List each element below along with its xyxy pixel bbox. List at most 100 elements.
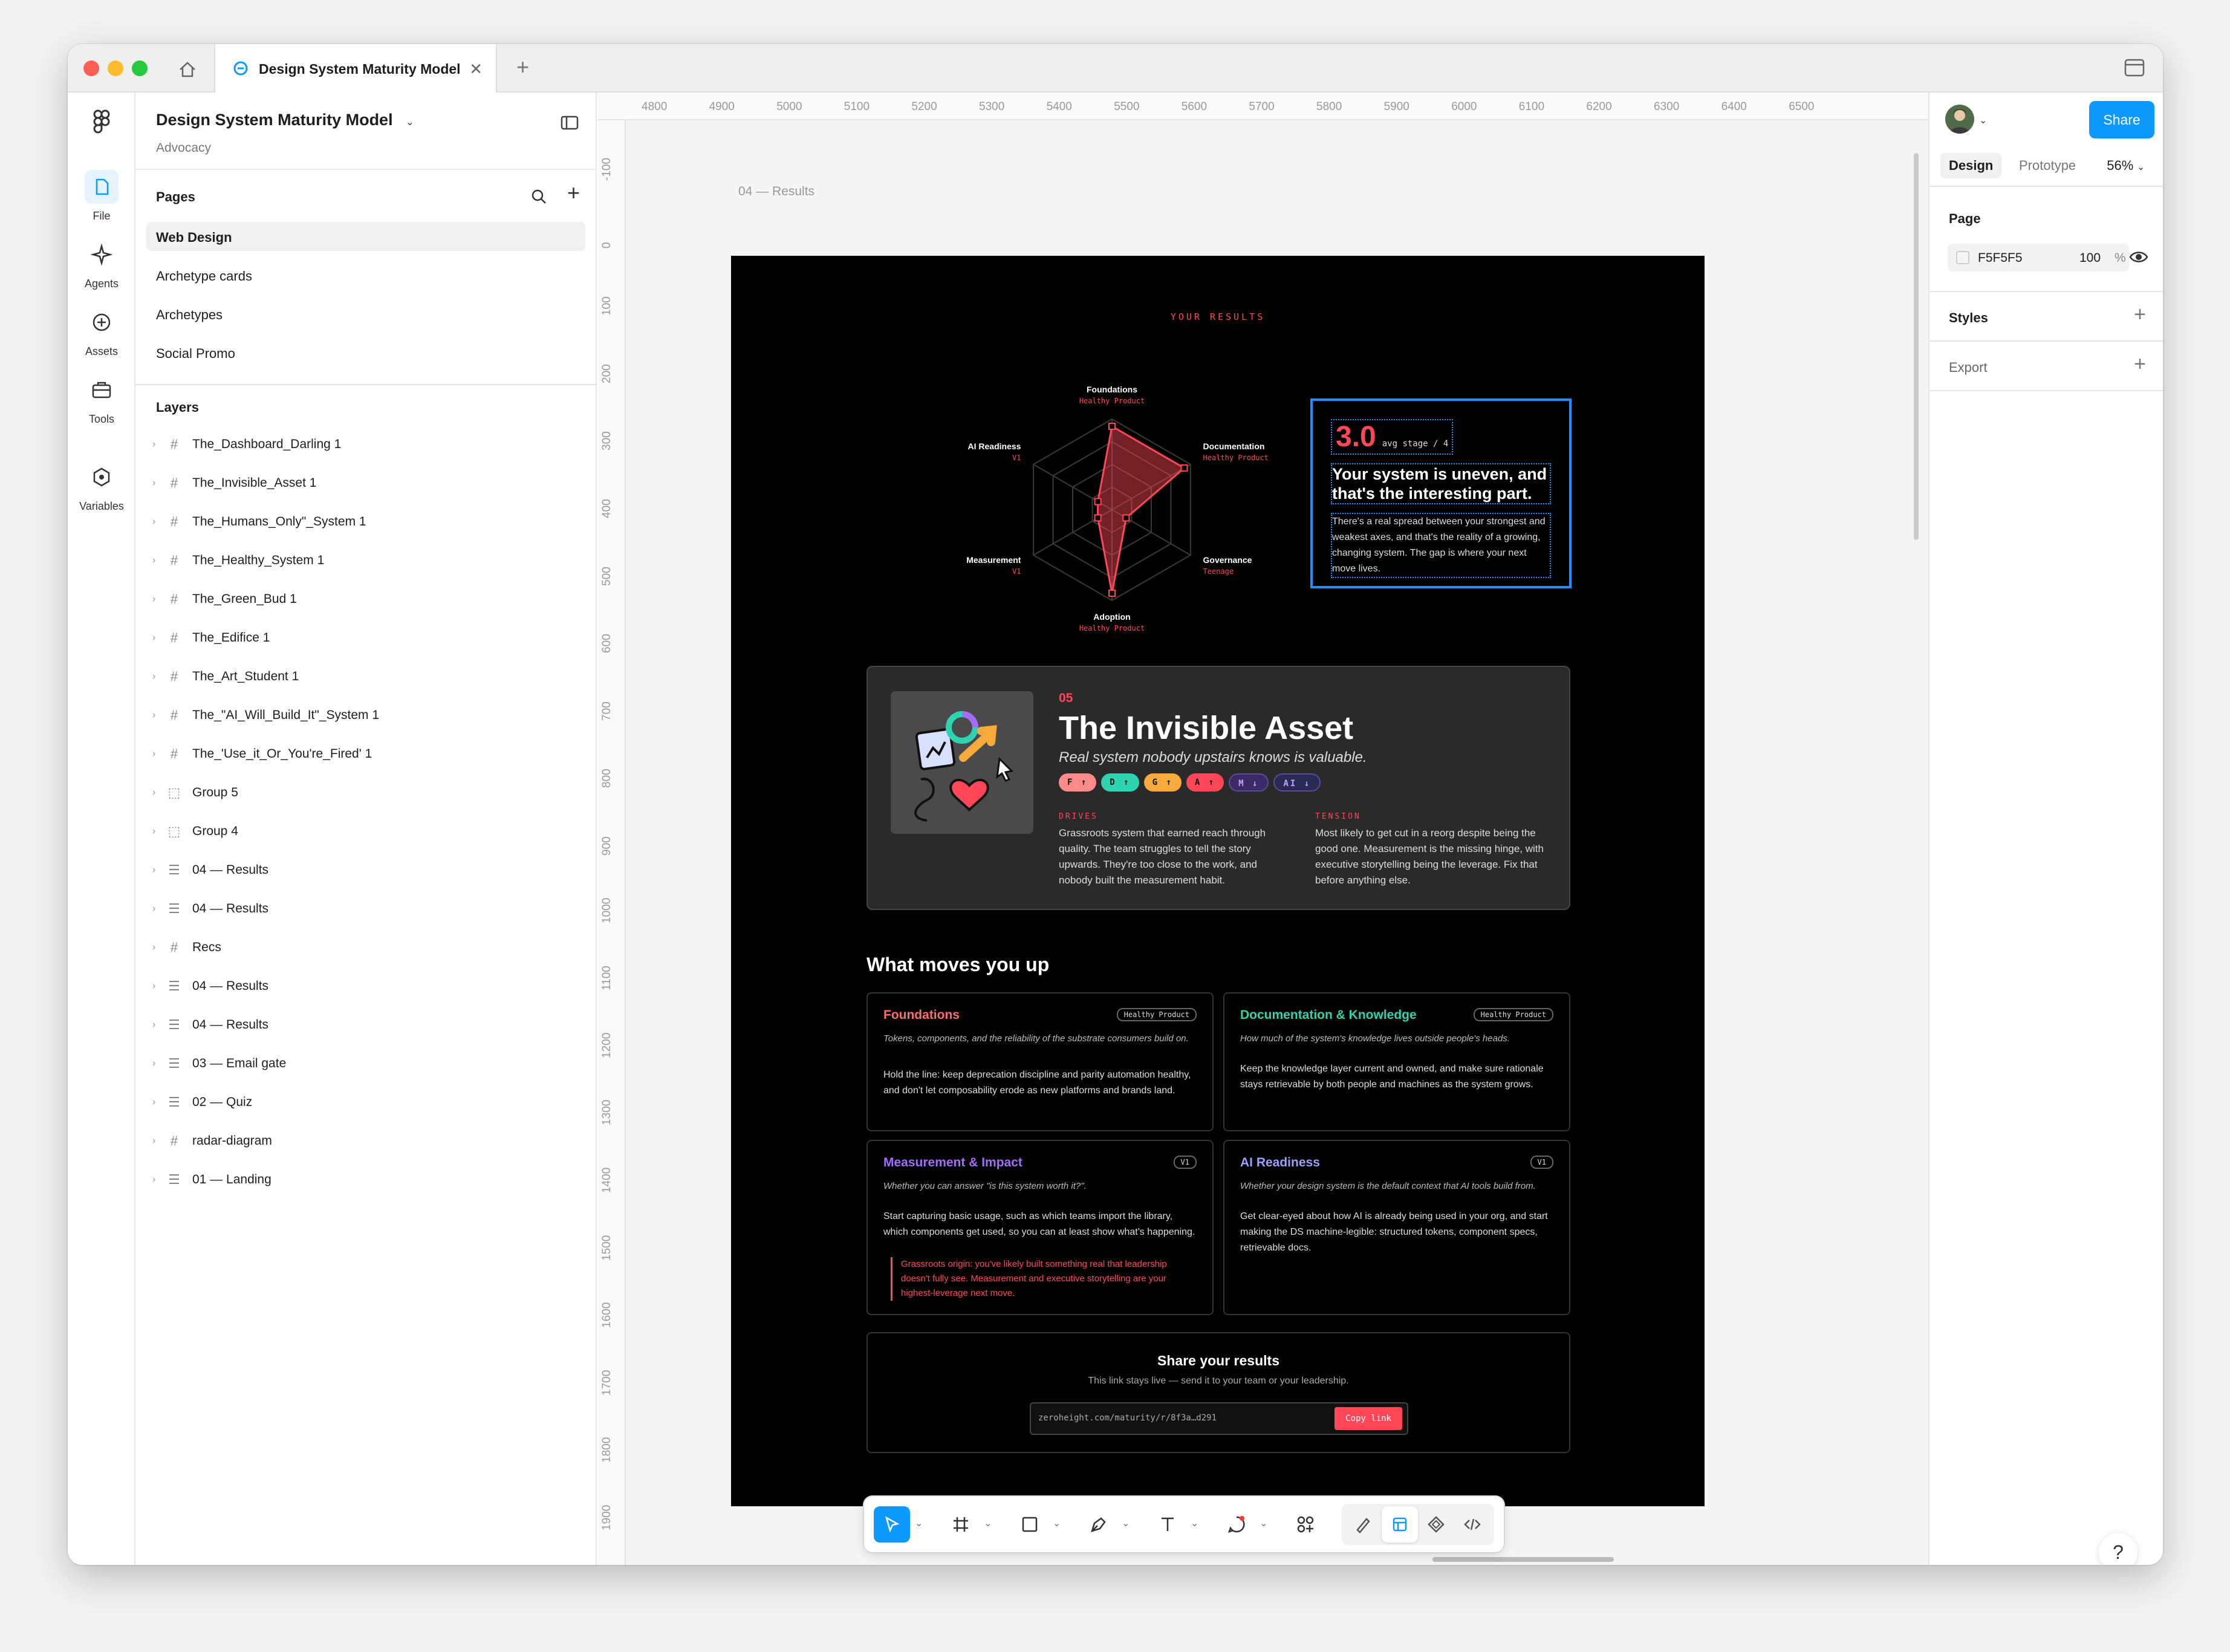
- results-frame[interactable]: YOUR RESULTS Foundations Healthy Product D…: [731, 256, 1705, 1506]
- actions-tool-button[interactable]: [1287, 1506, 1324, 1543]
- layer-item[interactable]: › ☰ 04 — Results: [152, 1013, 268, 1037]
- chevron-right-icon[interactable]: ›: [152, 826, 163, 837]
- layer-item[interactable]: › ⬚ Group 4: [152, 819, 238, 844]
- chevron-right-icon[interactable]: ›: [152, 749, 163, 759]
- close-tab-icon[interactable]: ✕: [469, 61, 483, 77]
- page-item-social-promo[interactable]: Social Promo: [146, 338, 585, 367]
- eye-icon[interactable]: [2129, 249, 2148, 265]
- file-tab[interactable]: Design System Maturity Model ✕: [214, 44, 497, 93]
- layer-item[interactable]: › # The_Invisible_Asset 1: [152, 471, 316, 495]
- layer-item[interactable]: › ☰ 01 — Landing: [152, 1168, 271, 1192]
- page-color-value[interactable]: F5F5F5: [1978, 251, 2023, 265]
- rail-tools[interactable]: Tools: [68, 373, 135, 426]
- page-color-field[interactable]: F5F5F5 100 %: [1948, 244, 2129, 272]
- chevron-down-icon[interactable]: ⌄: [1122, 1517, 1130, 1529]
- frame-tool-button[interactable]: [943, 1506, 979, 1543]
- figma-logo-icon[interactable]: [91, 109, 112, 136]
- chevron-down-icon[interactable]: ⌄: [1979, 114, 1987, 126]
- component-mode-button[interactable]: [1418, 1506, 1454, 1543]
- comment-tool-button[interactable]: [1218, 1506, 1255, 1543]
- copy-link-button[interactable]: Copy link: [1334, 1407, 1402, 1430]
- chevron-right-icon[interactable]: ›: [152, 942, 163, 953]
- rail-file[interactable]: File: [68, 170, 135, 223]
- chevron-right-icon[interactable]: ›: [152, 1058, 163, 1069]
- layer-item[interactable]: › # The_Art_Student 1: [152, 665, 299, 689]
- chevron-right-icon[interactable]: ›: [152, 671, 163, 682]
- chevron-right-icon[interactable]: ›: [152, 516, 163, 527]
- chevron-down-icon[interactable]: ⌄: [1053, 1517, 1061, 1529]
- minimize-window-button[interactable]: [108, 60, 123, 76]
- share-button[interactable]: Share: [2089, 101, 2154, 138]
- chevron-down-icon[interactable]: ⌄: [1191, 1517, 1198, 1529]
- layer-item[interactable]: › # The_Humans_Only"_System 1: [152, 510, 366, 534]
- chevron-right-icon[interactable]: ›: [152, 1136, 163, 1146]
- home-icon[interactable]: [175, 57, 200, 82]
- chevron-right-icon[interactable]: ›: [152, 787, 163, 798]
- rail-agents[interactable]: Agents: [68, 238, 135, 290]
- chevron-down-icon[interactable]: ⌄: [1260, 1517, 1267, 1529]
- text-tool-button[interactable]: [1149, 1506, 1186, 1543]
- help-button[interactable]: ?: [2099, 1533, 2137, 1565]
- shape-tool-button[interactable]: [1012, 1506, 1048, 1543]
- page-item-archetype-cards[interactable]: Archetype cards: [146, 261, 585, 290]
- layer-item[interactable]: › # The_Green_Bud 1: [152, 587, 297, 611]
- recommendation-card[interactable]: Documentation & Knowledge Healthy Product…: [1223, 992, 1570, 1131]
- layer-item[interactable]: › ☰ 04 — Results: [152, 897, 268, 921]
- add-style-icon[interactable]: +: [2134, 304, 2146, 325]
- zoom-level[interactable]: 56% ⌄: [2107, 158, 2145, 174]
- layer-item[interactable]: › # The_'Use_it_Or_You're_Fired' 1: [152, 742, 372, 766]
- chevron-right-icon[interactable]: ›: [152, 981, 163, 992]
- share-link-field[interactable]: zeroheight.com/maturity/r/8f3a…d291 Copy…: [1030, 1402, 1408, 1435]
- layer-item[interactable]: › ☰ 03 — Email gate: [152, 1052, 286, 1076]
- chevron-right-icon[interactable]: ›: [152, 865, 163, 876]
- color-swatch[interactable]: [1956, 251, 1969, 264]
- summary-box[interactable]: 3.0 avg stage / 4 Your system is uneven, …: [1310, 398, 1572, 588]
- design-mode-button[interactable]: [1382, 1506, 1418, 1543]
- pen-tool-button[interactable]: [1081, 1506, 1117, 1543]
- archetype-card[interactable]: 05 The Invisible Asset Real system nobod…: [866, 666, 1570, 910]
- rail-variables[interactable]: Variables: [68, 460, 135, 513]
- layer-item[interactable]: › # The_Edifice 1: [152, 626, 270, 650]
- chevron-right-icon[interactable]: ›: [152, 594, 163, 605]
- layer-item[interactable]: › # Recs: [152, 935, 221, 960]
- tab-prototype[interactable]: Prototype: [2011, 153, 2084, 178]
- sidebar-toggle-icon[interactable]: [561, 115, 579, 130]
- zoom-window-button[interactable]: [132, 60, 148, 76]
- add-export-icon[interactable]: +: [2134, 354, 2146, 374]
- rail-assets[interactable]: Assets: [68, 305, 135, 358]
- chevron-down-icon[interactable]: ⌄: [915, 1517, 923, 1529]
- layer-item[interactable]: › ☰ 02 — Quiz: [152, 1090, 252, 1114]
- chevron-right-icon[interactable]: ›: [152, 903, 163, 914]
- layer-item[interactable]: › # The_Healthy_System 1: [152, 548, 324, 573]
- chevron-right-icon[interactable]: ›: [152, 478, 163, 489]
- frame-label[interactable]: 04 — Results: [738, 184, 814, 199]
- add-page-icon[interactable]: +: [567, 182, 580, 204]
- avatar[interactable]: [1945, 105, 1974, 134]
- canvas[interactable]: 4800 4900 5000 5100 5200 5300 5400 5500 5600 5700…: [598, 93, 1928, 1565]
- horizontal-scrollbar[interactable]: [1432, 1557, 1614, 1562]
- chevron-right-icon[interactable]: ›: [152, 633, 163, 643]
- window-layout-icon[interactable]: [2124, 59, 2145, 77]
- chevron-right-icon[interactable]: ›: [152, 1174, 163, 1185]
- page-item-web-design[interactable]: Web Design: [146, 222, 585, 251]
- layer-item[interactable]: › # The_Dashboard_Darling 1: [152, 432, 341, 457]
- opacity-value[interactable]: 100: [2079, 251, 2101, 265]
- chevron-right-icon[interactable]: ›: [152, 439, 163, 450]
- layer-item[interactable]: › # The_"AI_Will_Build_It"_System 1: [152, 703, 379, 727]
- chevron-right-icon[interactable]: ›: [152, 1097, 163, 1108]
- recommendation-card[interactable]: Measurement & Impact V1 Whether you can an…: [866, 1140, 1214, 1315]
- page-item-archetypes[interactable]: Archetypes: [146, 299, 585, 328]
- chevron-right-icon[interactable]: ›: [152, 710, 163, 721]
- move-tool-button[interactable]: [874, 1506, 910, 1543]
- chevron-right-icon[interactable]: ›: [152, 1019, 163, 1030]
- project-title[interactable]: Design System Maturity Model ⌄: [156, 111, 414, 129]
- layer-item[interactable]: › ⬚ Group 5: [152, 781, 238, 805]
- chevron-right-icon[interactable]: ›: [152, 555, 163, 566]
- layer-item[interactable]: › ☰ 04 — Results: [152, 858, 268, 882]
- close-window-button[interactable]: [83, 60, 99, 76]
- chevron-down-icon[interactable]: ⌄: [984, 1517, 992, 1529]
- chevron-down-icon[interactable]: ⌄: [406, 117, 414, 128]
- recommendation-card[interactable]: Foundations Healthy Product Tokens, compon…: [866, 992, 1214, 1131]
- new-tab-icon[interactable]: +: [516, 56, 529, 78]
- vertical-scrollbar[interactable]: [1914, 153, 1919, 540]
